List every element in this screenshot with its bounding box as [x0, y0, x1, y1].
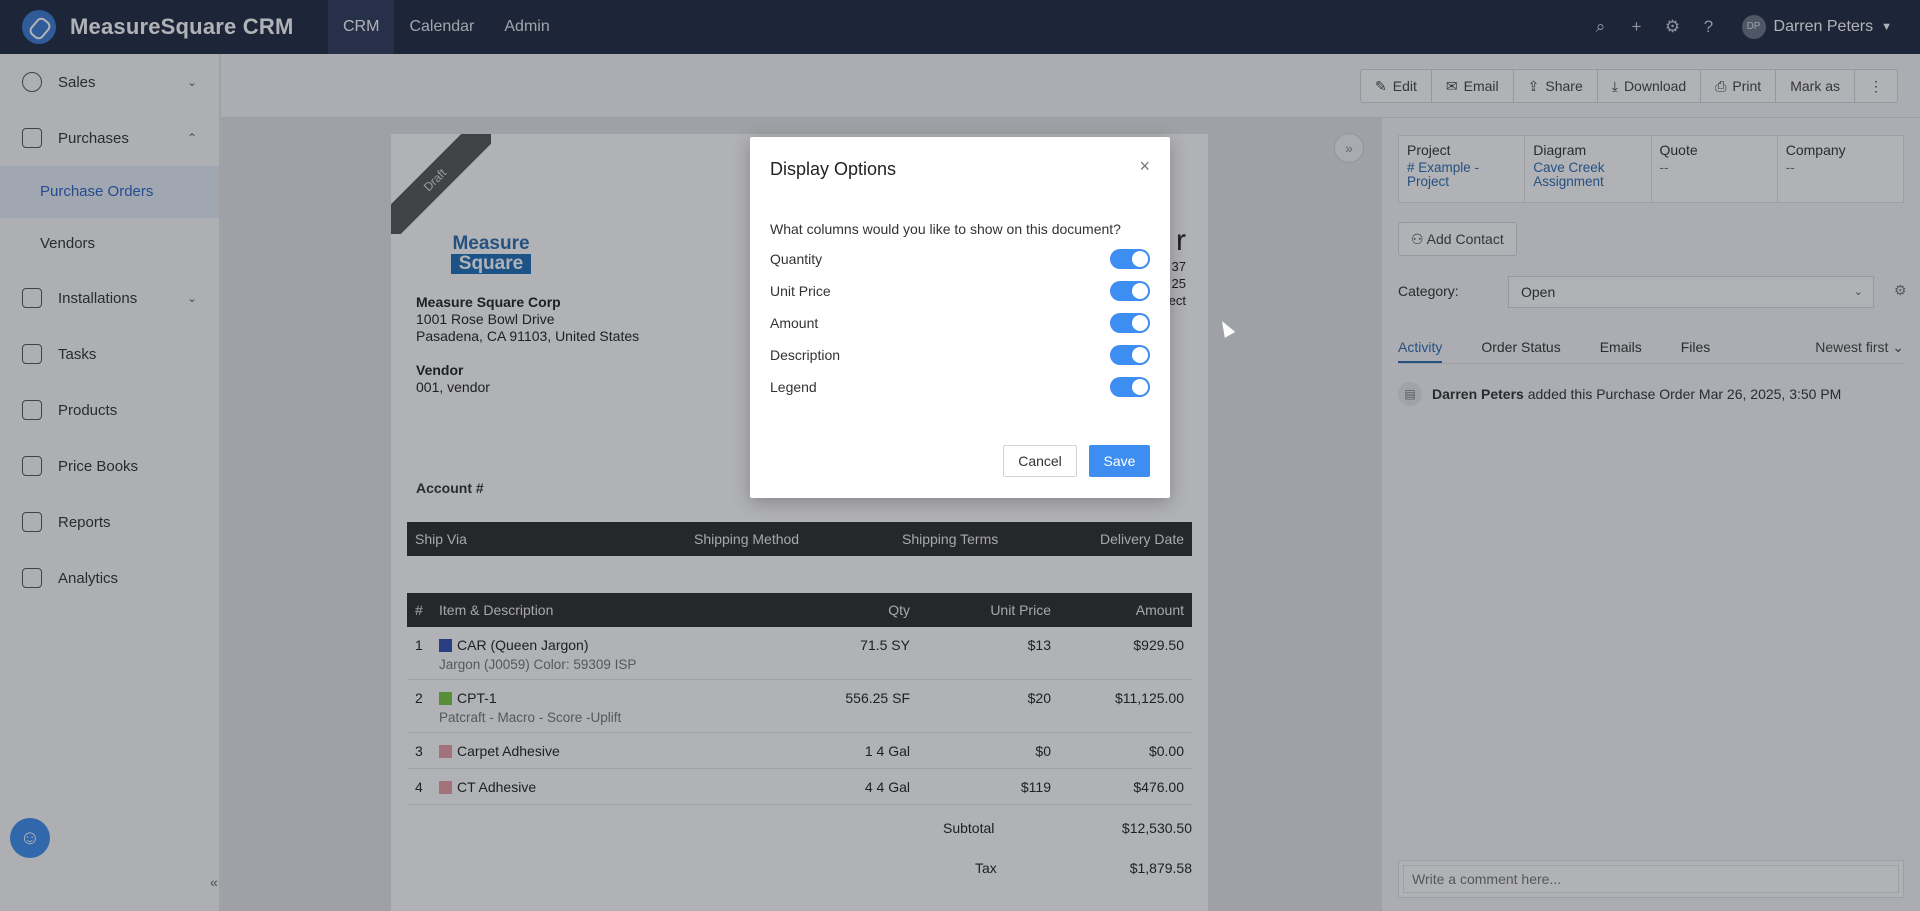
dialog-question: What columns would you like to show on t…: [770, 221, 1121, 237]
description-toggle[interactable]: [1110, 345, 1150, 365]
close-icon[interactable]: ×: [1139, 156, 1150, 177]
option-label: Unit Price: [770, 283, 831, 299]
option-label: Description: [770, 347, 841, 363]
option-description: Description: [770, 343, 1150, 367]
dialog-title: Display Options: [770, 159, 897, 179]
option-label: Legend: [770, 379, 817, 395]
cancel-button[interactable]: Cancel: [1003, 445, 1077, 477]
option-label: Amount: [770, 315, 819, 331]
display-options-dialog: Display Options × What columns would you…: [750, 137, 1170, 498]
option-unit-price: Unit Price: [770, 279, 1150, 303]
option-amount: Amount: [770, 311, 1150, 335]
quantity-toggle[interactable]: [1110, 249, 1150, 269]
unit-price-toggle[interactable]: [1110, 281, 1150, 301]
legend-toggle[interactable]: [1110, 377, 1150, 397]
option-label: Quantity: [770, 251, 823, 267]
option-quantity: Quantity: [770, 247, 1150, 271]
save-button[interactable]: Save: [1089, 445, 1150, 477]
option-legend: Legend: [770, 375, 1150, 399]
amount-toggle[interactable]: [1110, 313, 1150, 333]
